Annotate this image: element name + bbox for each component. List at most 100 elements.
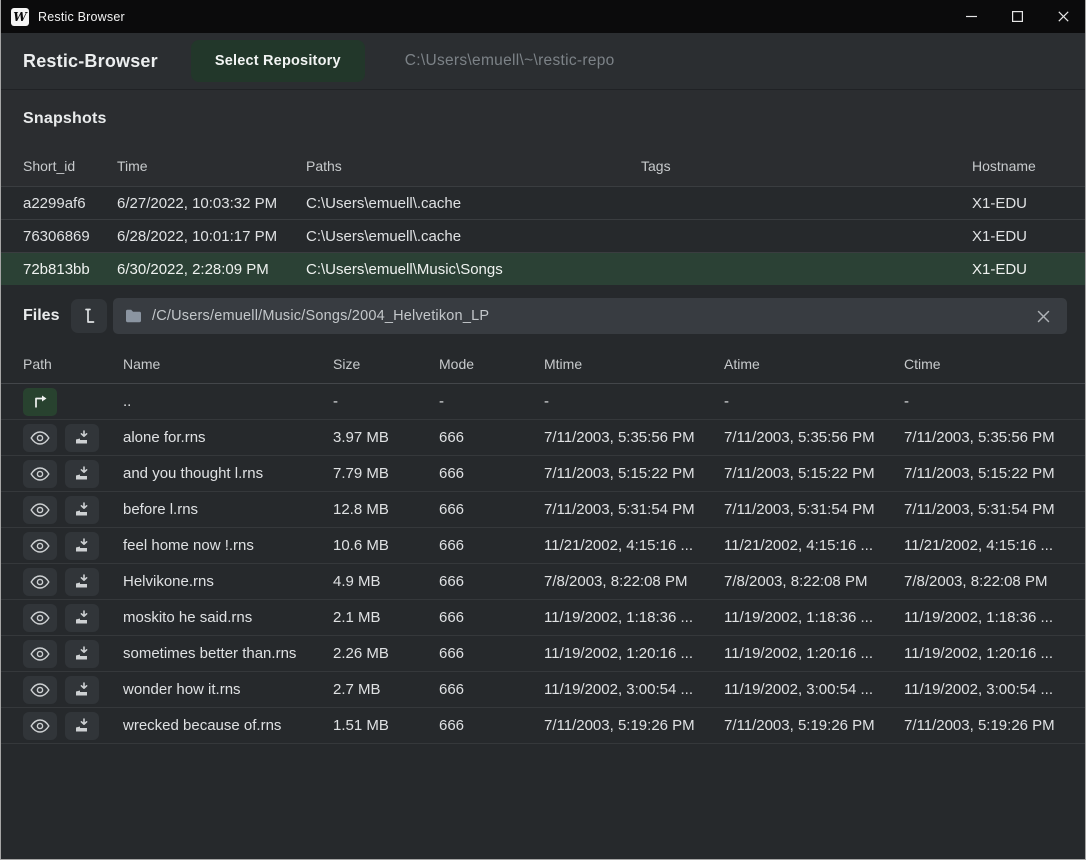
file-ctime: 11/19/2002, 3:00:54 ...: [904, 681, 1069, 698]
file-size: 2.1 MB: [333, 609, 439, 626]
select-repository-button[interactable]: Select Repository: [191, 40, 365, 82]
file-ctime: 7/8/2003, 8:22:08 PM: [904, 573, 1069, 590]
download-icon: [74, 610, 90, 626]
file-mtime: 7/11/2003, 5:31:54 PM: [544, 501, 724, 518]
app-window: W Restic Browser Restic-Browser Select R…: [0, 0, 1086, 860]
file-ctime: 11/21/2002, 4:15:16 ...: [904, 537, 1069, 554]
file-mode: 666: [439, 465, 544, 482]
file-name: before l.rns: [123, 501, 333, 518]
preview-file-button[interactable]: [23, 460, 57, 488]
snapshot-paths: C:\Users\emuell\Music\Songs: [306, 261, 641, 278]
file-size: 2.7 MB: [333, 681, 439, 698]
download-file-button[interactable]: [65, 496, 99, 524]
file-row: Helvikone.rns 4.9 MB 666 7/8/2003, 8:22:…: [1, 564, 1085, 600]
preview-file-button[interactable]: [23, 712, 57, 740]
preview-file-button[interactable]: [23, 604, 57, 632]
parent-row-mtime: -: [544, 393, 724, 410]
download-file-button[interactable]: [65, 676, 99, 704]
file-name: sometimes better than.rns: [123, 645, 333, 662]
file-name: Helvikone.rns: [123, 573, 333, 590]
file-atime: 11/19/2002, 3:00:54 ...: [724, 681, 904, 698]
files-title: Files: [23, 307, 71, 325]
snapshot-row[interactable]: 72b813bb 6/30/2022, 2:28:09 PM C:\Users\…: [1, 252, 1085, 285]
preview-file-button[interactable]: [23, 568, 57, 596]
preview-file-button[interactable]: [23, 640, 57, 668]
preview-file-button[interactable]: [23, 496, 57, 524]
file-size: 2.26 MB: [333, 645, 439, 662]
file-size: 7.79 MB: [333, 465, 439, 482]
eye-icon: [30, 431, 50, 445]
file-ctime: 11/19/2002, 1:20:16 ...: [904, 645, 1069, 662]
current-path-input[interactable]: /C/Users/emuell/Music/Songs/2004_Helveti…: [113, 298, 1067, 334]
parent-row-name: ..: [123, 393, 333, 410]
download-file-button[interactable]: [65, 640, 99, 668]
file-row: feel home now !.rns 10.6 MB 666 11/21/20…: [1, 528, 1085, 564]
download-icon: [74, 502, 90, 518]
eye-icon: [30, 611, 50, 625]
file-mode: 666: [439, 609, 544, 626]
snapshot-row[interactable]: 76306869 6/28/2022, 10:01:17 PM C:\Users…: [1, 219, 1085, 252]
tree-view-toggle-button[interactable]: [71, 299, 107, 333]
download-file-button[interactable]: [65, 532, 99, 560]
file-name: feel home now !.rns: [123, 537, 333, 554]
file-mode: 666: [439, 501, 544, 518]
file-atime: 7/11/2003, 5:35:56 PM: [724, 429, 904, 446]
file-row: wrecked because of.rns 1.51 MB 666 7/11/…: [1, 708, 1085, 744]
eye-icon: [30, 467, 50, 481]
snapshots-table-header: Short_id Time Paths Tags Hostname: [1, 146, 1085, 186]
preview-file-button[interactable]: [23, 676, 57, 704]
download-file-button[interactable]: [65, 568, 99, 596]
download-icon: [74, 538, 90, 554]
parent-directory-row: .. - - - - -: [1, 384, 1085, 420]
snapshot-time: 6/30/2022, 2:28:09 PM: [117, 261, 306, 278]
snapshots-section-header: Snapshots: [1, 90, 1085, 146]
close-button[interactable]: [1040, 0, 1086, 33]
up-arrow-icon: [32, 394, 49, 409]
download-file-button[interactable]: [65, 712, 99, 740]
parent-row-atime: -: [724, 393, 904, 410]
minimize-button[interactable]: [948, 0, 994, 33]
app-icon: W: [11, 8, 29, 26]
snapshot-hostname: X1-EDU: [972, 261, 1069, 278]
tree-icon: [81, 307, 97, 325]
preview-file-button[interactable]: [23, 424, 57, 452]
download-file-button[interactable]: [65, 460, 99, 488]
snapshots-table-body: a2299af6 6/27/2022, 10:03:32 PM C:\Users…: [1, 186, 1085, 285]
download-icon: [74, 430, 90, 446]
download-file-button[interactable]: [65, 604, 99, 632]
eye-icon: [30, 647, 50, 661]
snapshot-row[interactable]: a2299af6 6/27/2022, 10:03:32 PM C:\Users…: [1, 186, 1085, 219]
file-mtime: 7/11/2003, 5:35:56 PM: [544, 429, 724, 446]
file-atime: 7/8/2003, 8:22:08 PM: [724, 573, 904, 590]
file-row: sometimes better than.rns 2.26 MB 666 11…: [1, 636, 1085, 672]
snapshot-time: 6/28/2022, 10:01:17 PM: [117, 228, 306, 245]
app-name-label: Restic-Browser: [23, 51, 158, 72]
window-title: Restic Browser: [38, 10, 125, 24]
snapshot-hostname: X1-EDU: [972, 195, 1069, 212]
eye-icon: [30, 503, 50, 517]
go-parent-directory-button[interactable]: [23, 388, 57, 416]
file-row: and you thought l.rns 7.79 MB 666 7/11/2…: [1, 456, 1085, 492]
file-name: and you thought l.rns: [123, 465, 333, 482]
empty-area: [1, 744, 1085, 859]
file-name: alone for.rns: [123, 429, 333, 446]
maximize-button[interactable]: [994, 0, 1040, 33]
file-ctime: 11/19/2002, 1:18:36 ...: [904, 609, 1069, 626]
snapshots-title: Snapshots: [23, 110, 107, 127]
file-col-size: Size: [333, 356, 439, 372]
clear-path-button[interactable]: [1031, 304, 1055, 328]
preview-file-button[interactable]: [23, 532, 57, 560]
file-row: alone for.rns 3.97 MB 666 7/11/2003, 5:3…: [1, 420, 1085, 456]
file-row: wonder how it.rns 2.7 MB 666 11/19/2002,…: [1, 672, 1085, 708]
file-mode: 666: [439, 645, 544, 662]
file-name: wonder how it.rns: [123, 681, 333, 698]
file-col-path: Path: [23, 356, 123, 372]
snapshot-hostname: X1-EDU: [972, 228, 1069, 245]
file-size: 4.9 MB: [333, 573, 439, 590]
file-atime: 7/11/2003, 5:19:26 PM: [724, 717, 904, 734]
download-file-button[interactable]: [65, 424, 99, 452]
download-icon: [74, 646, 90, 662]
file-mtime: 11/19/2002, 3:00:54 ...: [544, 681, 724, 698]
file-atime: 11/19/2002, 1:18:36 ...: [724, 609, 904, 626]
snapshot-short-id: a2299af6: [23, 195, 117, 212]
